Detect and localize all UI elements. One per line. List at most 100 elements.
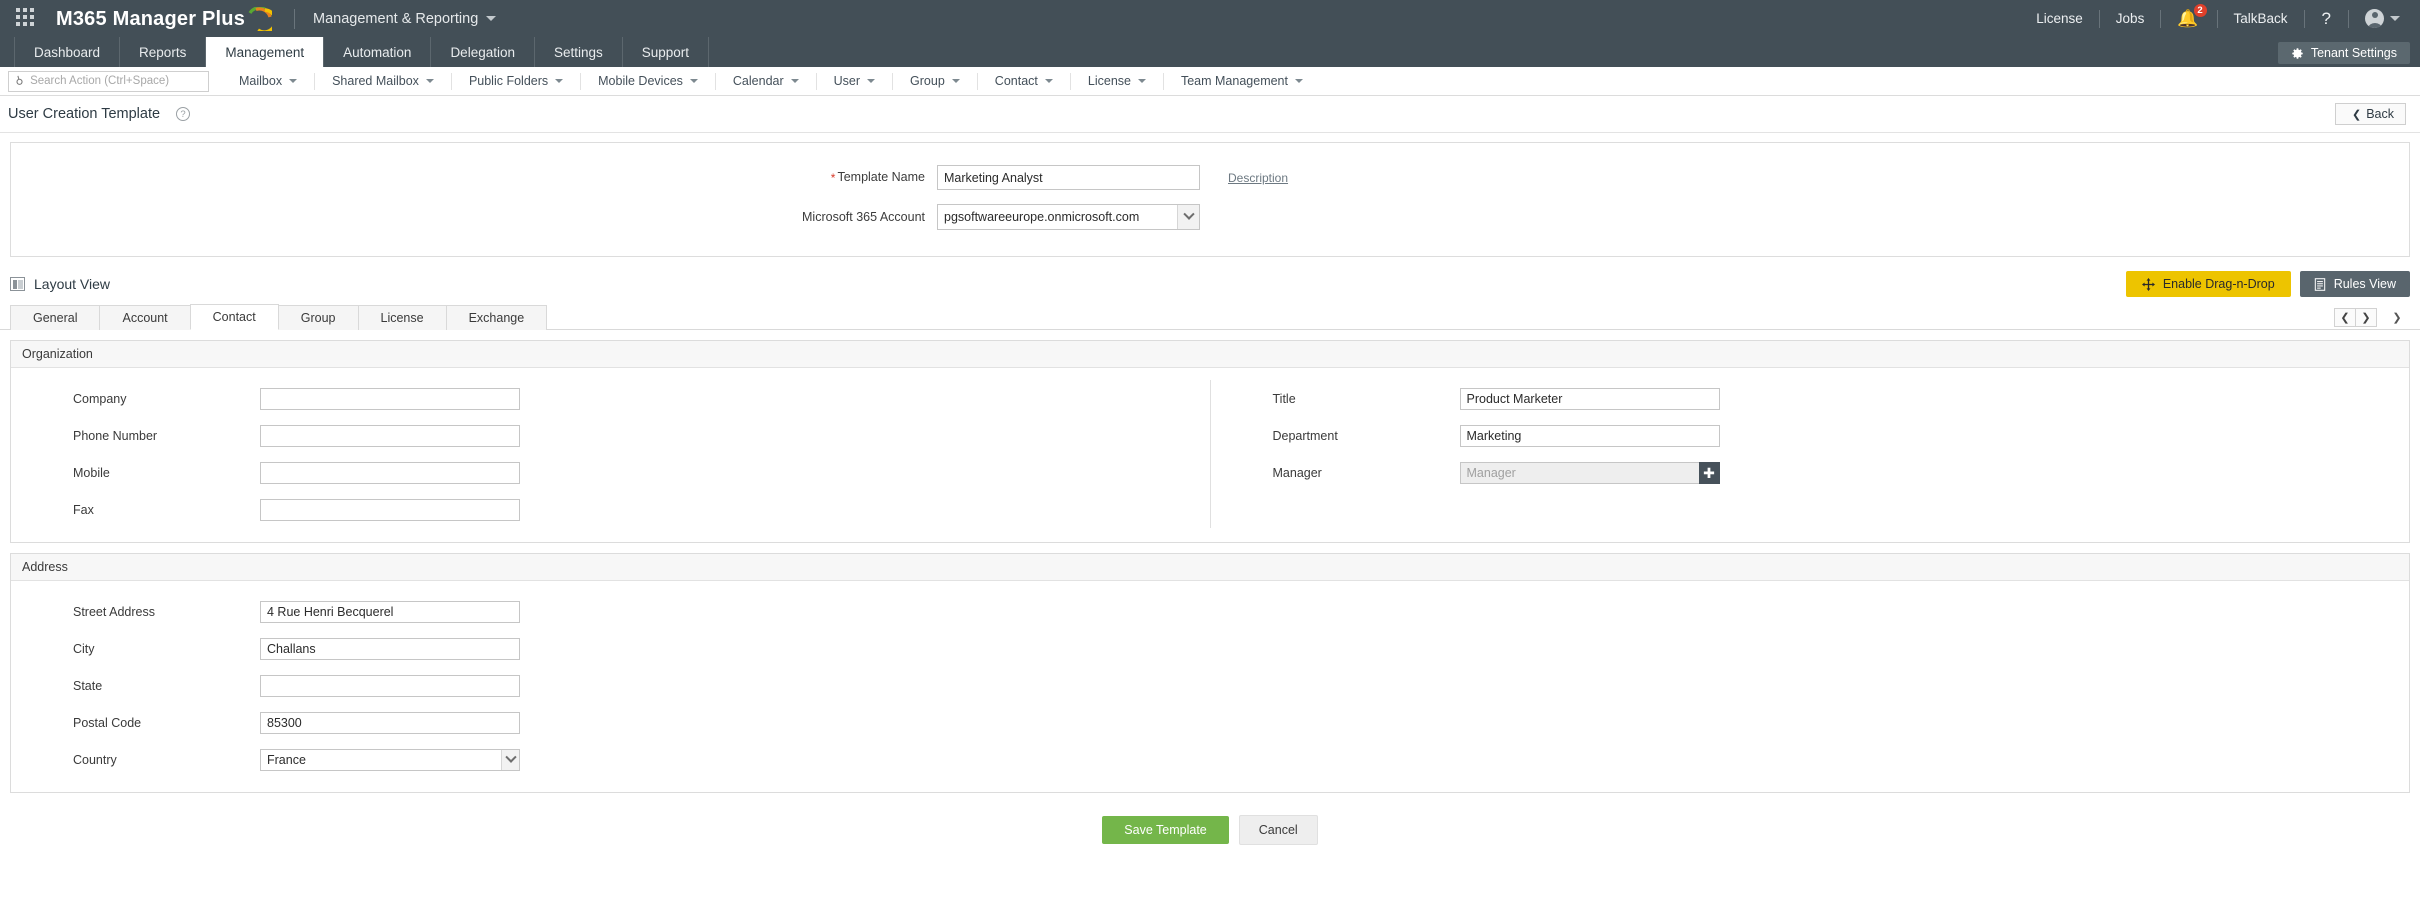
title-input[interactable] — [1459, 387, 1720, 410]
tab-prev-button[interactable]: ❮ — [2334, 308, 2356, 327]
layout-tabs: General Account Contact Group License Ex… — [0, 304, 2420, 330]
layout-view-actions: Enable Drag-n-Drop Rules View — [2125, 271, 2410, 297]
chevron-down-icon — [2390, 16, 2400, 21]
tab-exchange[interactable]: Exchange — [445, 305, 548, 330]
tab-group[interactable]: Group — [277, 305, 359, 330]
notifications-button[interactable]: 🔔 2 — [2161, 3, 2216, 27]
subnav-item-license[interactable]: License — [1071, 72, 1164, 90]
fax-input[interactable] — [260, 498, 520, 521]
cancel-button[interactable]: Cancel — [1238, 815, 1318, 845]
divider — [294, 8, 296, 29]
tab-license[interactable]: License — [357, 305, 447, 330]
help-icon[interactable]: ? — [2305, 9, 2348, 29]
state-input[interactable] — [260, 674, 520, 697]
subnav-item-mailbox[interactable]: Mailbox — [222, 72, 316, 90]
subnav-item-mobile-devices[interactable]: Mobile Devices — [581, 72, 716, 90]
department-input[interactable] — [1459, 424, 1720, 447]
country-value: France — [267, 752, 306, 767]
nav-tab-reports[interactable]: Reports — [120, 37, 207, 67]
save-template-button[interactable]: Save Template — [1102, 816, 1229, 844]
city-input[interactable] — [260, 637, 520, 660]
apps-grid-icon[interactable] — [16, 7, 38, 30]
subnav-label: User — [833, 74, 861, 88]
subnav-item-team-management[interactable]: Team Management — [1164, 73, 1320, 90]
field-manager: Manager ✚ — [1211, 454, 2410, 491]
subnav-item-contact[interactable]: Contact — [978, 72, 1071, 90]
module-selector[interactable]: Management & Reporting — [313, 11, 497, 27]
subnav-label: Team Management — [1180, 74, 1288, 88]
license-link[interactable]: License — [2020, 11, 2099, 26]
rules-view-label: Rules View — [2333, 277, 2396, 291]
subnav-label: Contact — [994, 74, 1038, 88]
nav-tab-automation[interactable]: Automation — [324, 37, 432, 67]
street-address-input[interactable] — [260, 600, 520, 623]
rules-view-button[interactable]: Rules View — [2299, 271, 2410, 297]
subnav-item-calendar[interactable]: Calendar — [716, 72, 817, 90]
field-city: City — [11, 630, 1210, 667]
nav-tab-settings[interactable]: Settings — [535, 37, 623, 67]
nav-tab-support[interactable]: Support — [623, 37, 710, 67]
tenant-settings-button[interactable]: Tenant Settings — [2277, 42, 2410, 64]
section-organization-title: Organization — [11, 341, 2409, 368]
top-bar: M365 Manager Plus Management & Reporting… — [0, 0, 2420, 37]
country-select[interactable]: France — [260, 748, 520, 771]
subnav-label: Public Folders — [468, 74, 549, 88]
subnav-item-user[interactable]: User — [817, 72, 894, 90]
company-input[interactable] — [260, 387, 520, 410]
user-account-menu[interactable] — [2349, 9, 2406, 28]
m365-account-select[interactable]: pgsoftwareeurope.onmicrosoft.com — [937, 204, 1200, 230]
mobile-input[interactable] — [260, 461, 520, 484]
phone-number-input[interactable] — [260, 424, 520, 447]
section-address-title: Address — [11, 554, 2409, 581]
description-link[interactable]: Description — [1228, 171, 1288, 185]
sub-navigation: ☌ Mailbox Shared Mailbox Public Folders … — [0, 67, 2420, 96]
subnav-item-public-folders[interactable]: Public Folders — [452, 72, 582, 90]
address-left-column: Street Address City State Postal Code Co… — [11, 593, 1210, 778]
subnav-label: Group — [910, 74, 945, 88]
chevron-down-icon — [486, 16, 497, 21]
search-input[interactable] — [28, 74, 202, 88]
enable-drag-n-drop-button[interactable]: Enable Drag-n-Drop — [2125, 271, 2291, 297]
move-arrows-icon — [2141, 277, 2155, 291]
field-postal-code: Postal Code — [11, 704, 1210, 741]
template-name-input[interactable] — [937, 165, 1200, 190]
jobs-link[interactable]: Jobs — [2100, 11, 2161, 26]
brand-label: M365 Manager Plus — [56, 7, 246, 30]
field-mobile-label: Mobile — [73, 465, 110, 480]
tab-contact[interactable]: Contact — [189, 304, 279, 330]
nav-tab-delegation[interactable]: Delegation — [431, 37, 535, 67]
nav-tab-dashboard[interactable]: Dashboard — [14, 37, 121, 67]
notification-badge: 2 — [2192, 3, 2208, 18]
tab-general[interactable]: General — [10, 305, 101, 330]
subnav-item-group[interactable]: Group — [893, 72, 978, 90]
section-address: Address Street Address City State Postal… — [10, 553, 2410, 793]
subnav-label: Mailbox — [239, 74, 283, 88]
question-circle-icon[interactable]: ? — [176, 107, 191, 121]
address-right-column — [1210, 593, 2409, 778]
tab-more-button[interactable]: ❯ — [2384, 308, 2410, 327]
subnav-label: License — [1087, 74, 1131, 88]
field-postal-code-label: Postal Code — [73, 715, 142, 730]
back-button[interactable]: ❮ Back — [2334, 103, 2406, 125]
page-title: User Creation Template — [8, 106, 161, 122]
nav-tab-management[interactable]: Management — [206, 37, 325, 67]
manager-input[interactable] — [1459, 461, 1700, 484]
form-actions: Save Template Cancel — [10, 815, 2410, 845]
tab-next-button[interactable]: ❯ — [2355, 308, 2377, 327]
plus-icon[interactable]: ✚ — [1698, 461, 1720, 484]
talkback-link[interactable]: TalkBack — [2218, 11, 2304, 26]
layout-view-bar: Layout View Enable Drag-n-Drop Rules Vie… — [0, 264, 2420, 304]
chevron-down-icon — [1177, 205, 1199, 229]
section-organization: Organization Company Phone Number Mobile… — [10, 340, 2410, 543]
tab-account[interactable]: Account — [99, 305, 191, 330]
field-manager-label: Manager — [1272, 465, 1322, 480]
form-sections: Organization Company Phone Number Mobile… — [0, 340, 2420, 845]
tab-scroll-controls: ❮ ❯ ❯ — [2334, 308, 2410, 327]
app-brand: M365 Manager Plus — [56, 6, 276, 31]
subnav-item-shared-mailbox[interactable]: Shared Mailbox — [315, 72, 452, 90]
subnav-label: Calendar — [732, 74, 784, 88]
search-action-box[interactable]: ☌ — [8, 70, 209, 92]
field-city-label: City — [73, 641, 95, 656]
field-state: State — [11, 667, 1210, 704]
postal-code-input[interactable] — [260, 711, 520, 734]
